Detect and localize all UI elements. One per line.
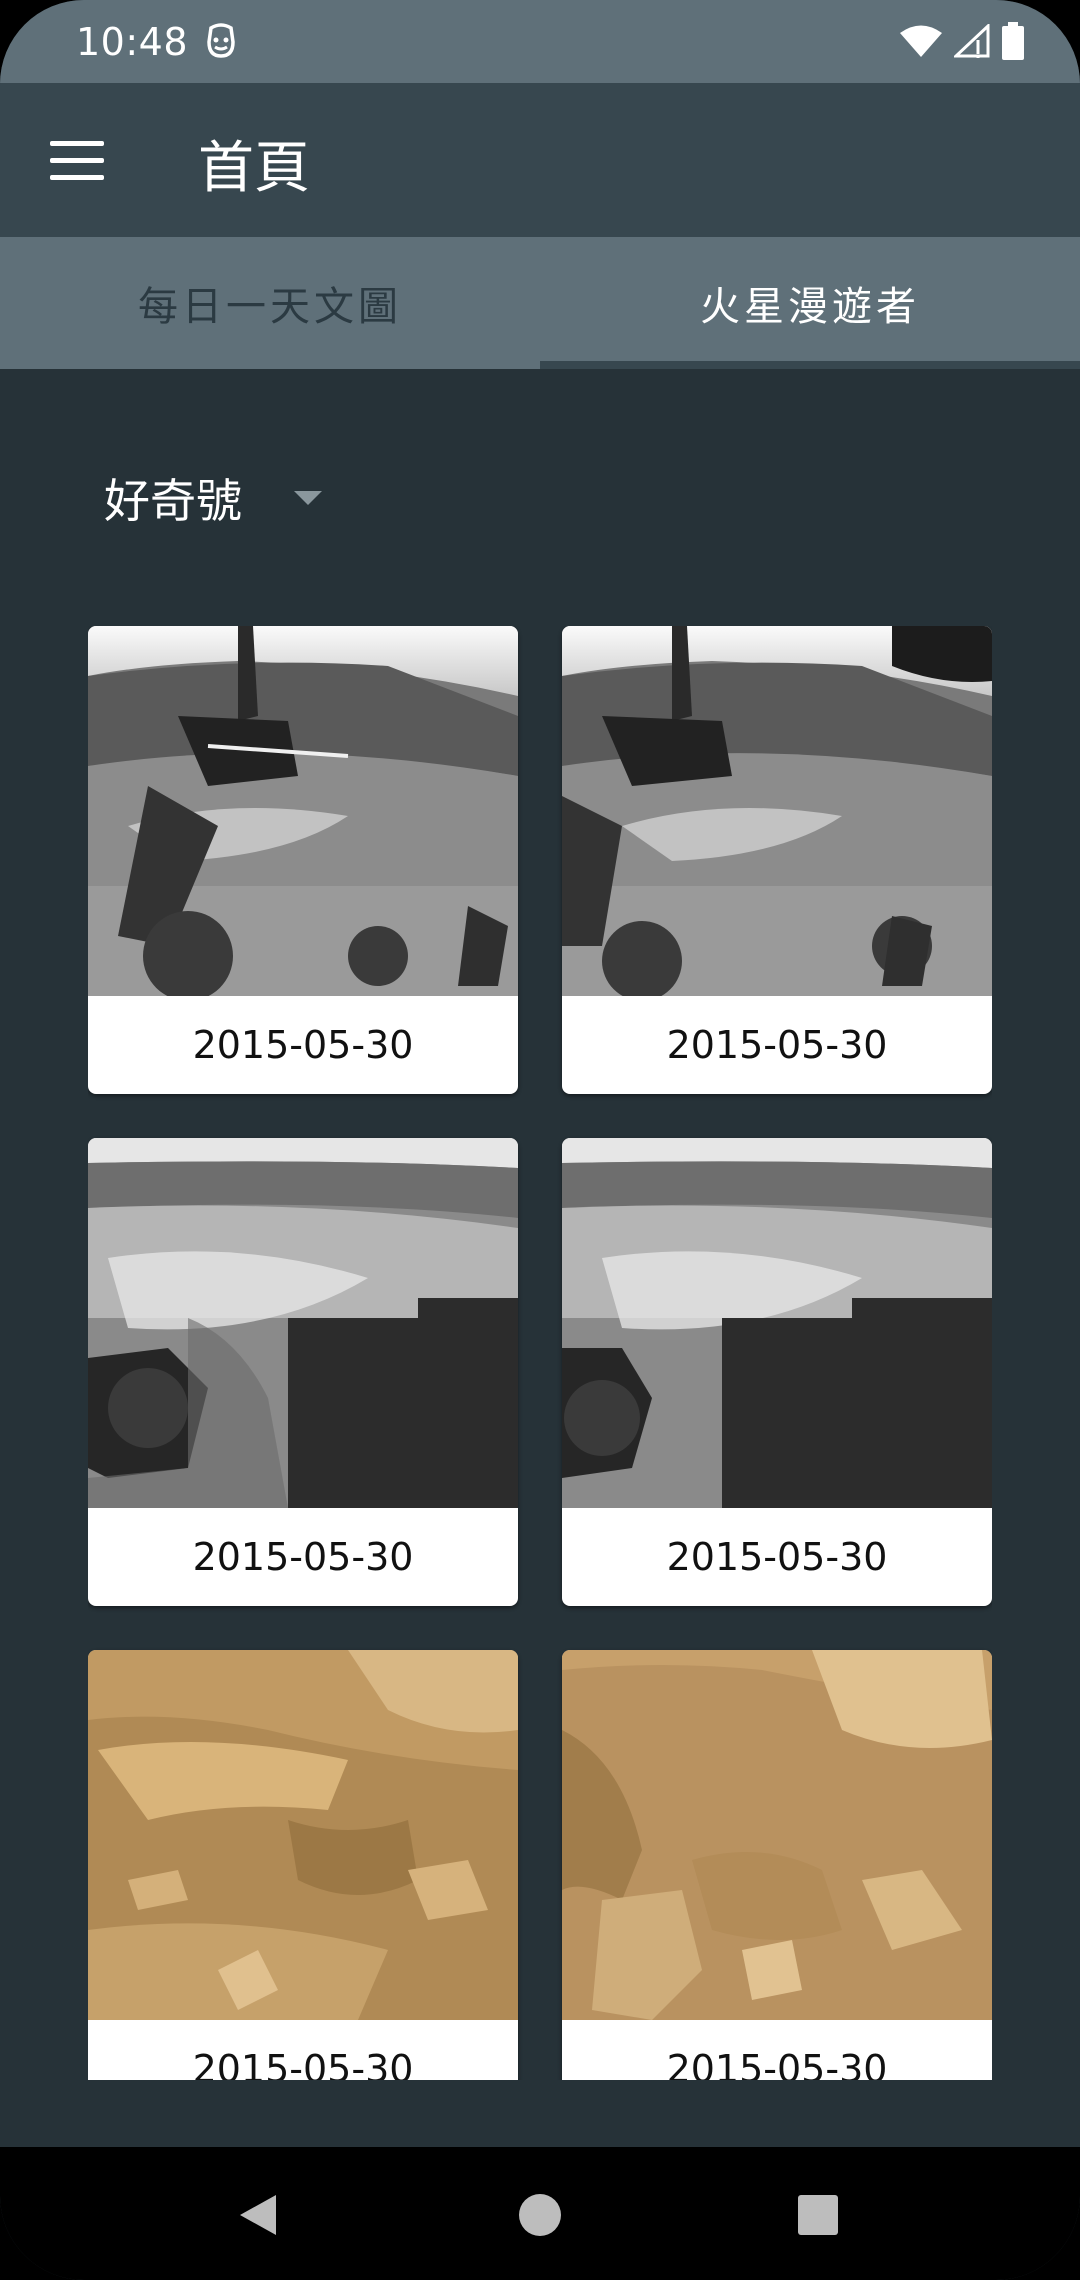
rover-photo — [88, 1650, 518, 2020]
notification-face-icon — [205, 22, 237, 60]
photo-date: 2015-05-30 — [192, 1023, 414, 1067]
rover-photo — [562, 626, 992, 996]
photo-card[interactable]: 2015-05-30 — [562, 626, 992, 1094]
back-icon[interactable] — [238, 2193, 278, 2241]
photo-grid[interactable]: 2015-05-30 2015-05-30 2015-05-30 2015-05… — [88, 626, 992, 2080]
status-time: 10:48 — [76, 20, 189, 64]
rover-dropdown-value: 好奇號 — [104, 474, 242, 528]
cell-signal-icon — [954, 24, 990, 58]
rover-photo — [88, 1138, 518, 1508]
photo-card[interactable]: 2015-05-30 — [88, 626, 518, 1094]
tab-mars-rover[interactable]: 火星漫遊者 — [540, 237, 1080, 369]
selected-tab-indicator — [540, 361, 1080, 369]
home-icon[interactable] — [518, 2193, 562, 2241]
rover-dropdown[interactable]: 好奇號 — [104, 465, 322, 531]
rover-photo — [562, 1650, 992, 2020]
photo-card[interactable]: 2015-05-30 — [562, 1138, 992, 1606]
photo-date: 2015-05-30 — [192, 1535, 414, 1579]
photo-date: 2015-05-30 — [666, 1023, 888, 1067]
photo-date: 2015-05-30 — [666, 2047, 888, 2080]
photo-date: 2015-05-30 — [192, 2047, 414, 2080]
rover-photo — [88, 626, 518, 996]
recents-icon[interactable] — [798, 2195, 838, 2239]
rover-photo — [562, 1138, 992, 1508]
tab-astronomy-picture[interactable]: 每日一天文圖 — [0, 237, 540, 369]
system-navigation-bar — [0, 2147, 1080, 2280]
battery-icon — [1002, 22, 1024, 60]
tab-bar: 每日一天文圖 火星漫遊者 — [0, 237, 1080, 369]
hamburger-menu-icon[interactable] — [50, 141, 104, 181]
app-bar: 首頁 — [0, 83, 1080, 237]
phone-screen: 10:48 首頁 每日一天文圖 火星漫遊者 好奇號 2015-05-30 201… — [0, 0, 1080, 2280]
photo-card[interactable]: 2015-05-30 — [562, 1650, 992, 2080]
page-title: 首頁 — [198, 136, 310, 201]
photo-card[interactable]: 2015-05-30 — [88, 1650, 518, 2080]
status-bar: 10:48 — [0, 0, 1080, 83]
dropdown-arrow-icon — [294, 491, 322, 505]
photo-card[interactable]: 2015-05-30 — [88, 1138, 518, 1606]
photo-date: 2015-05-30 — [666, 1535, 888, 1579]
wifi-icon — [900, 24, 942, 58]
